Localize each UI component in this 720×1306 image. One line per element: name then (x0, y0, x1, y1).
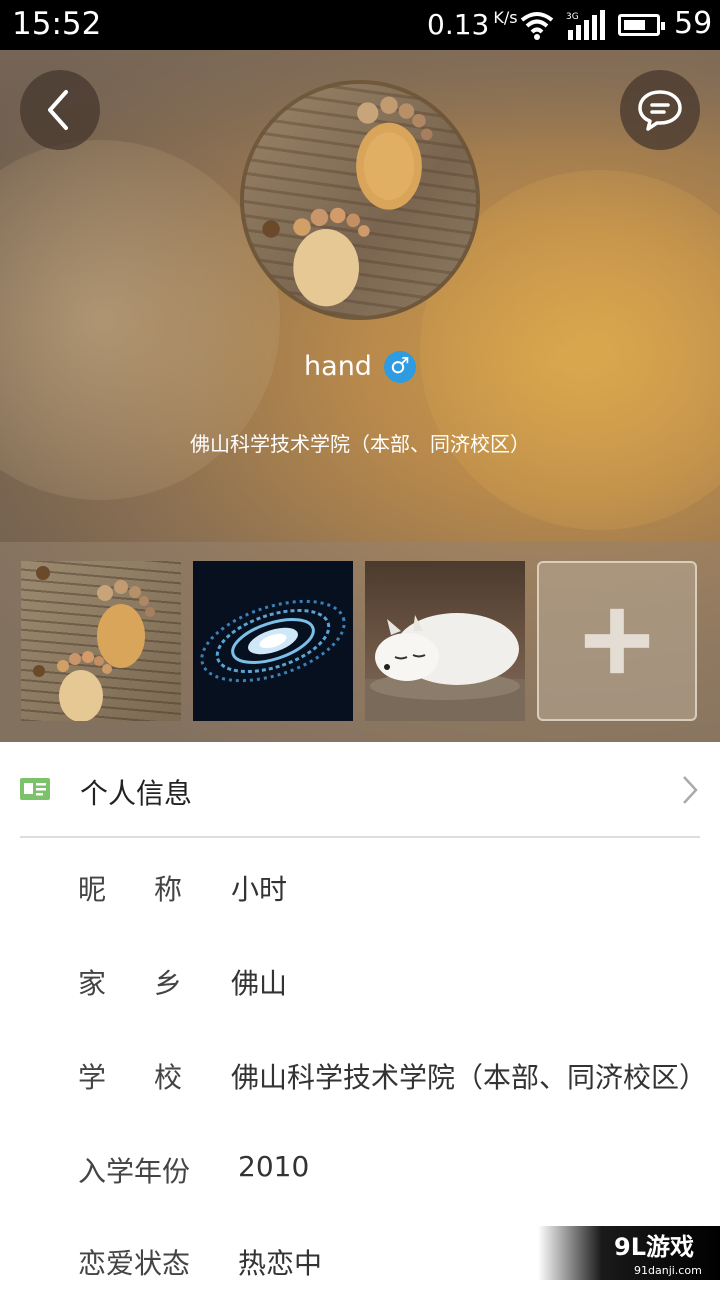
arctic-fox-photo (365, 613, 525, 721)
section-title: 个人信息 (80, 777, 193, 810)
info-row-school: 学校 佛山科学技术学院（本部、同济校区） (0, 1026, 720, 1120)
info-label: 学校 (78, 1061, 231, 1094)
chevron-right-icon (683, 776, 698, 804)
footprints-image (262, 96, 433, 307)
info-value: 2010 (238, 1150, 310, 1183)
watermark-site: 91danji.com (634, 1264, 702, 1277)
info-row-nickname: 昵称 小时 (0, 838, 720, 932)
profile-header: hand ♂ 佛山科学技术学院（本部、同济校区） (0, 50, 720, 742)
site-watermark: 9L游戏 91danji.com (538, 1226, 720, 1280)
watermark-brand: 9L游戏 (614, 1233, 694, 1261)
male-gender-icon: ♂ (383, 350, 416, 383)
info-label: 恋爱状态 (78, 1247, 191, 1280)
info-value: 热恋中 (238, 1247, 323, 1280)
username: hand (304, 351, 372, 382)
info-value: 佛山科学技术学院（本部、同济校区） (231, 1061, 708, 1094)
chevron-left-icon (48, 90, 68, 130)
info-value: 佛山 (231, 967, 288, 1000)
avatar[interactable] (240, 80, 480, 320)
photo-thumbnail[interactable] (21, 561, 181, 721)
network-speed: 0.13 K/s (427, 8, 518, 41)
galaxy-photo (200, 599, 346, 683)
network-type-label: 3G (566, 12, 579, 22)
photo-thumbnail[interactable] (365, 561, 525, 721)
photo-thumbnail[interactable] (193, 561, 353, 721)
network-speed-unit: K/s (493, 8, 518, 27)
photo-strip (0, 542, 720, 742)
username-row: hand ♂ (0, 350, 720, 383)
chat-button[interactable] (620, 70, 700, 150)
school-subtitle: 佛山科学技术学院（本部、同济校区） (190, 432, 530, 456)
battery-icon (618, 14, 665, 36)
status-time: 15:52 (12, 6, 102, 42)
cell-signal-icon: 3G (566, 10, 605, 40)
info-value: 小时 (231, 873, 288, 906)
plus-icon (584, 608, 650, 674)
add-photo-button[interactable] (537, 561, 697, 721)
id-card-icon (20, 778, 50, 800)
info-label: 昵称 (78, 873, 231, 906)
personal-info-header[interactable]: 个人信息 (0, 742, 720, 837)
footprints-photo (33, 566, 155, 721)
info-label: 入学年份 (78, 1155, 191, 1188)
back-button[interactable] (20, 70, 100, 150)
info-label: 家乡 (78, 967, 231, 1000)
info-row-hometown: 家乡 佛山 (0, 932, 720, 1026)
battery-percent: 59 (674, 6, 713, 41)
network-speed-value: 0.13 (427, 8, 490, 41)
chat-bubble-icon (638, 90, 682, 131)
wifi-icon (520, 12, 554, 40)
status-bar: 15:52 0.13 K/s 3G 59 (0, 0, 720, 50)
info-row-enrollment-year: 入学年份 2010 (0, 1120, 720, 1214)
